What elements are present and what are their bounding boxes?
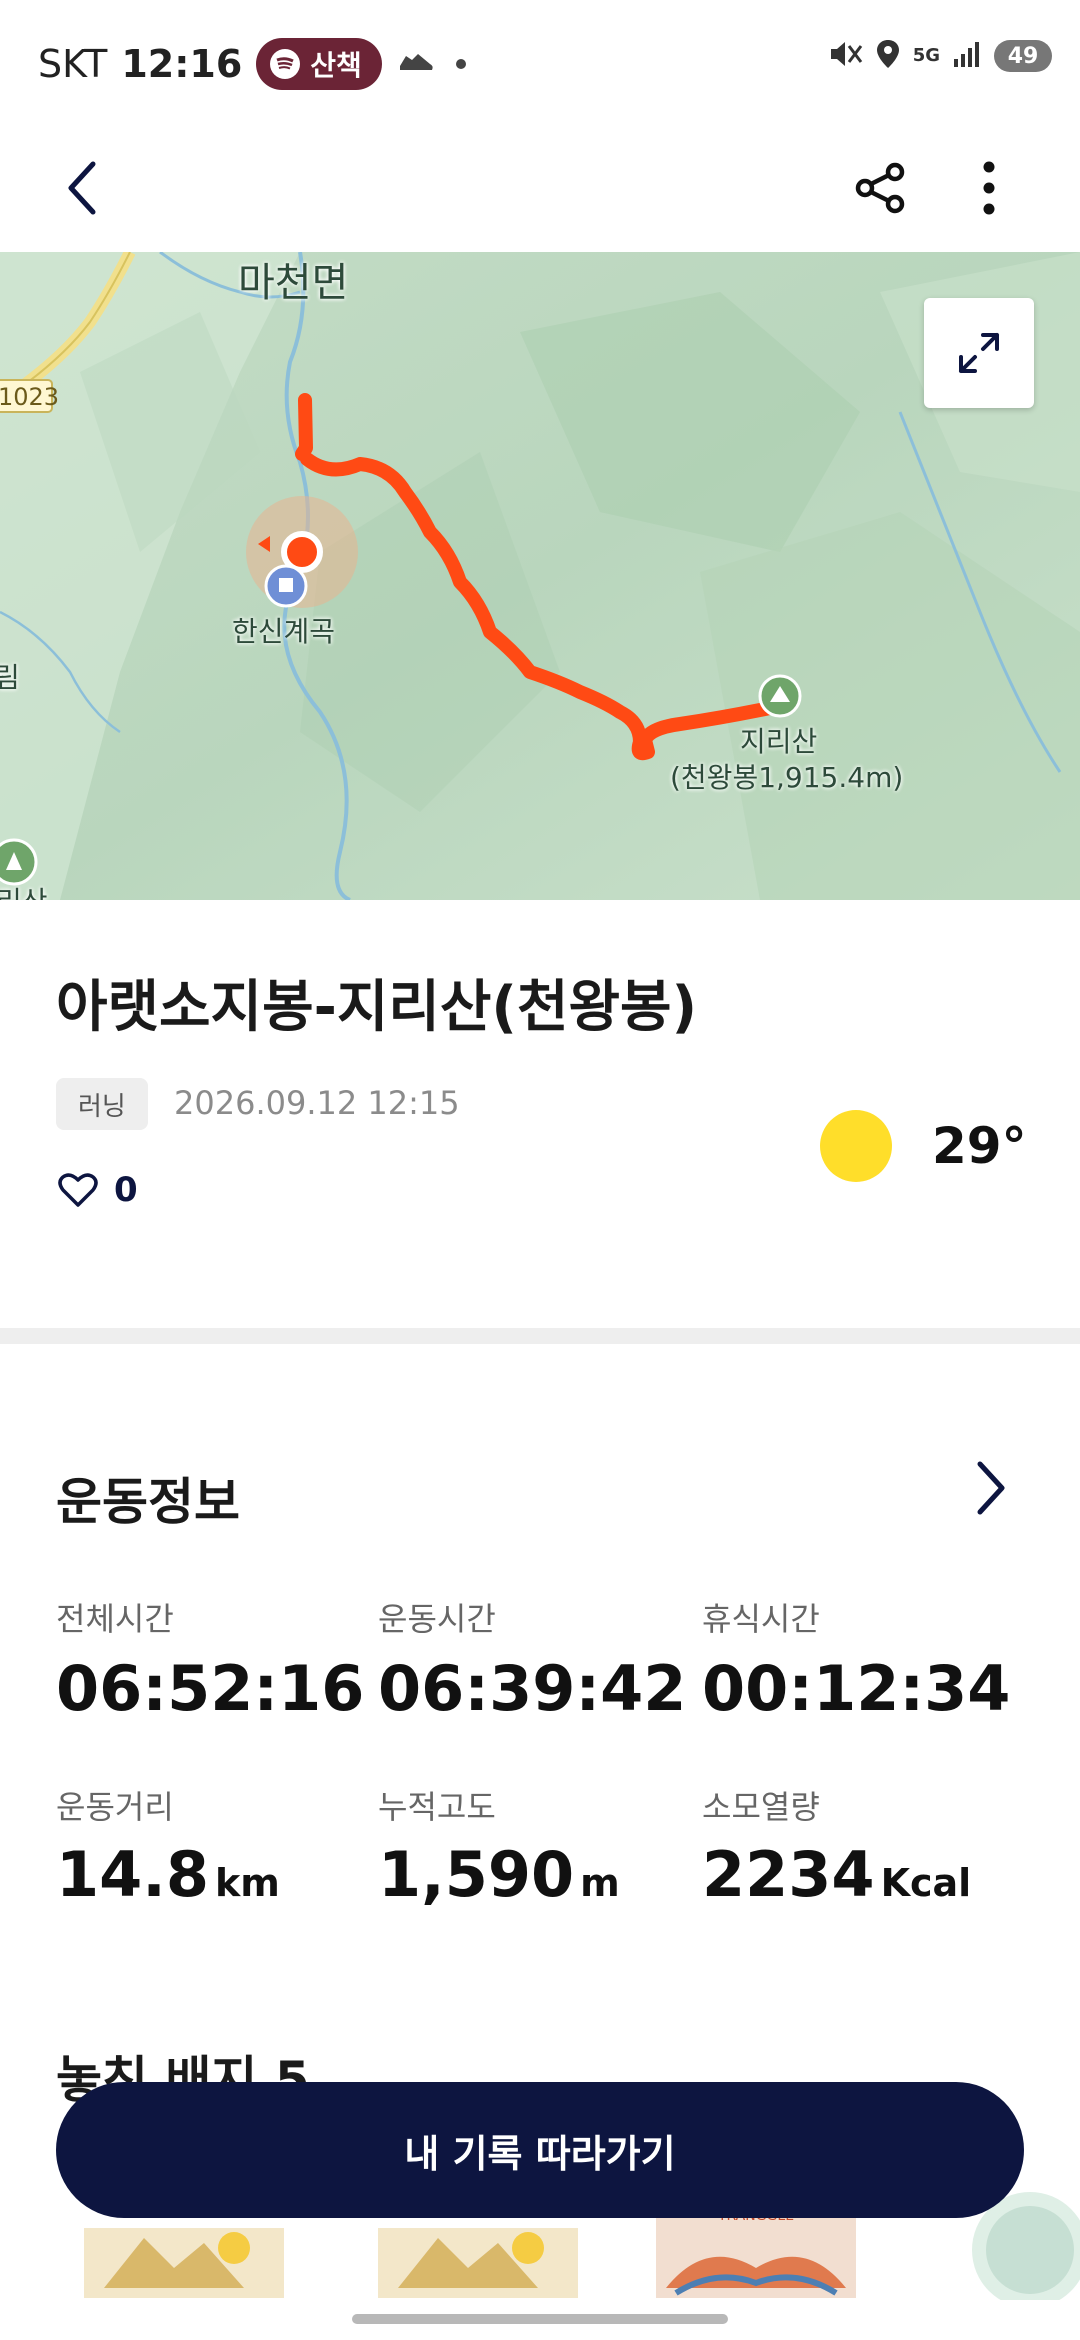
status-bar: SKT 12:16 산책 5G 49 (0, 0, 1080, 125)
stat-elevation-label: 누적고도 (378, 1788, 496, 1826)
expand-map-button[interactable] (924, 298, 1034, 408)
map-label-peak-detail: (천왕봉1,915.4m) (670, 761, 904, 794)
music-chip-label: 산책 (310, 49, 362, 82)
stat-elevation-unit: m (580, 1861, 620, 1905)
more-options-button[interactable] (954, 153, 1024, 223)
stat-total-time-label: 전체시간 (56, 1600, 174, 1638)
home-indicator[interactable] (352, 2314, 728, 2324)
stat-rest-time-value: 00:12:34 (702, 1652, 1011, 1725)
stat-exercise-time-value: 06:39:42 (378, 1652, 687, 1725)
status-time: 12:16 (121, 42, 243, 86)
stat-distance: 14.8 km (56, 1838, 280, 1911)
chevron-left-icon (68, 161, 96, 215)
share-button[interactable] (846, 153, 916, 223)
badge-item[interactable] (378, 2218, 578, 2298)
music-chip[interactable]: 산책 (256, 38, 382, 90)
notification-dot-icon (455, 59, 466, 69)
follow-my-record-button[interactable]: 내 기록 따라가기 (56, 2082, 1024, 2218)
map-label-edge-left: 림 (0, 661, 20, 694)
stat-calories-value: 2234 (702, 1838, 875, 1911)
map-label-valley: 한신계곡 (232, 615, 336, 648)
app-header (0, 125, 1080, 250)
stat-calories-unit: Kcal (880, 1861, 972, 1905)
location-icon (875, 38, 901, 74)
stat-distance-value: 14.8 (56, 1838, 209, 1911)
chevron-right-icon (977, 1461, 1005, 1515)
sun-icon (820, 1110, 892, 1182)
route-map[interactable]: 마천면 1023 한신계곡 지리산 (천왕봉1,915.4m) 림 리산 (0, 252, 1080, 900)
stat-distance-unit: km (214, 1861, 280, 1905)
stat-rest-time-label: 휴식시간 (702, 1600, 820, 1638)
expand-icon (959, 333, 999, 373)
record-title: 아랫소지봉-지리산(천왕봉) (56, 975, 698, 1040)
map-label-town: 마천면 (238, 260, 349, 306)
start-marker (281, 531, 323, 573)
signal-icon (952, 39, 982, 73)
spotify-icon (270, 49, 301, 79)
section-divider (0, 1328, 1080, 1344)
activity-tag: 러닝 (56, 1078, 148, 1130)
stat-elevation-value: 1,590 (378, 1838, 575, 1911)
exercise-info-more-button[interactable] (970, 1458, 1010, 1522)
mute-icon (827, 38, 863, 74)
map-label-peak: 지리산 (740, 725, 818, 758)
map-canvas (0, 252, 1080, 900)
likes-count: 0 (114, 1170, 138, 1210)
map-label-road: 1023 (0, 383, 60, 411)
shoe-icon (396, 48, 436, 80)
stat-total-time-value: 06:52:16 (56, 1652, 365, 1725)
share-icon (855, 162, 905, 214)
back-button[interactable] (48, 153, 118, 223)
like-button[interactable]: 0 (58, 1170, 138, 1210)
heart-icon (58, 1173, 98, 1207)
temperature: 29° (932, 1117, 1027, 1175)
carrier-name: SKT (38, 42, 108, 86)
map-label-edge-bottom: 리산 (0, 880, 48, 900)
battery-indicator: 49 (994, 40, 1052, 72)
badge-item[interactable] (84, 2218, 284, 2298)
network-5g-icon: 5G (912, 45, 940, 66)
record-datetime: 2026.09.12 12:15 (174, 1084, 460, 1122)
stat-calories-label: 소모열량 (702, 1788, 820, 1826)
exercise-info-title: 운동정보 (56, 1473, 240, 1531)
stat-exercise-time-label: 운동시간 (378, 1600, 496, 1638)
network-label: 5G (912, 45, 940, 66)
stat-distance-label: 운동거리 (56, 1788, 174, 1826)
stat-calories: 2234 Kcal (702, 1838, 971, 1911)
stat-elevation: 1,590 m (378, 1838, 620, 1911)
more-vertical-icon (983, 161, 995, 215)
weather-info: 29° (820, 1110, 1027, 1182)
